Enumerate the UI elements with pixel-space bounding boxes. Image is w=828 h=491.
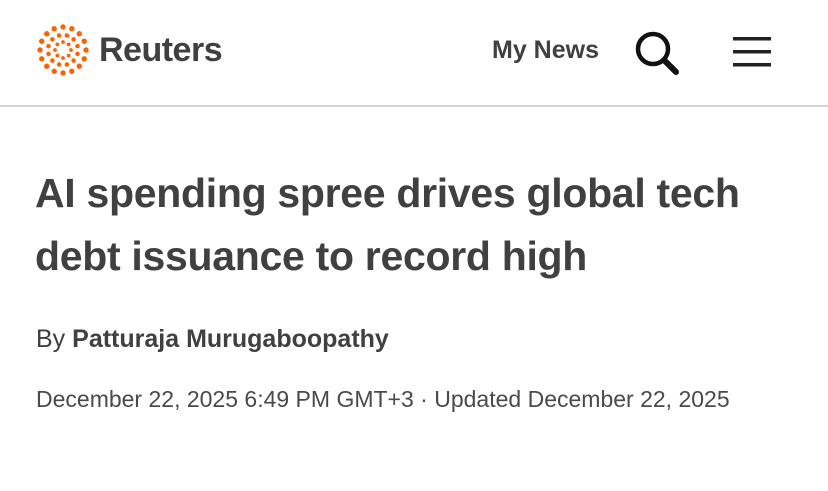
search-icon bbox=[635, 31, 679, 75]
logo-dot bbox=[44, 31, 50, 37]
logo-dot bbox=[56, 33, 62, 38]
reuters-logo[interactable]: Reuters bbox=[35, 22, 223, 78]
byline: By Patturaja Murugaboopathy bbox=[36, 322, 389, 356]
logo-dot bbox=[81, 38, 87, 44]
updated-label: Updated bbox=[434, 386, 522, 412]
logo-dot bbox=[61, 56, 65, 60]
logo-dot bbox=[69, 48, 73, 52]
logo-dot bbox=[39, 38, 45, 44]
logo-dot bbox=[53, 48, 57, 52]
logo-dot bbox=[69, 68, 75, 74]
search-button[interactable] bbox=[632, 28, 682, 78]
article-dateline: December 22, 2025 6:49 PM GMT+3 · Update… bbox=[36, 379, 796, 419]
logo-dot bbox=[64, 62, 70, 67]
logo-dot bbox=[60, 24, 66, 30]
logo-dot bbox=[75, 51, 80, 57]
logo-dot bbox=[55, 42, 60, 47]
logo-dot bbox=[60, 70, 66, 76]
menu-button[interactable] bbox=[730, 34, 774, 70]
date-separator: · bbox=[420, 386, 428, 412]
logo-dot bbox=[56, 62, 62, 67]
logo-dot bbox=[64, 33, 70, 38]
logo-dot bbox=[66, 53, 71, 58]
logo-dot bbox=[50, 58, 55, 63]
logo-dot bbox=[71, 37, 76, 42]
logo-dot bbox=[50, 37, 55, 42]
byline-prefix: By bbox=[36, 325, 66, 353]
logo-dot bbox=[44, 63, 50, 69]
logo-dot bbox=[46, 43, 51, 49]
published-date: December 22, 2025 6:49 PM GMT+3 bbox=[36, 386, 414, 412]
logo-dot bbox=[46, 51, 51, 57]
logo-dot bbox=[37, 47, 43, 53]
logo-dot bbox=[39, 56, 45, 62]
reuters-logo-icon bbox=[37, 24, 89, 76]
logo-dot bbox=[69, 26, 75, 32]
logo-dot bbox=[81, 56, 87, 62]
my-news-link[interactable]: My News bbox=[492, 35, 599, 65]
brand-name: Reuters bbox=[99, 31, 223, 69]
logo-dot bbox=[76, 63, 82, 69]
logo-dot bbox=[51, 26, 57, 32]
logo-dot bbox=[75, 43, 80, 49]
updated-date: December 22, 2025 bbox=[527, 386, 730, 412]
author-link[interactable]: Patturaja Murugaboopathy bbox=[72, 325, 389, 353]
logo-dot bbox=[76, 31, 82, 37]
logo-dot bbox=[71, 58, 76, 63]
logo-dot bbox=[51, 68, 57, 74]
site-header: Reuters My News bbox=[0, 0, 828, 107]
article-headline: AI spending spree drives global tech deb… bbox=[35, 170, 740, 279]
hamburger-menu-icon bbox=[733, 37, 771, 67]
logo-dot bbox=[66, 42, 71, 47]
logo-dot bbox=[55, 53, 60, 58]
logo-dot bbox=[61, 40, 65, 44]
logo-dot bbox=[83, 47, 89, 53]
